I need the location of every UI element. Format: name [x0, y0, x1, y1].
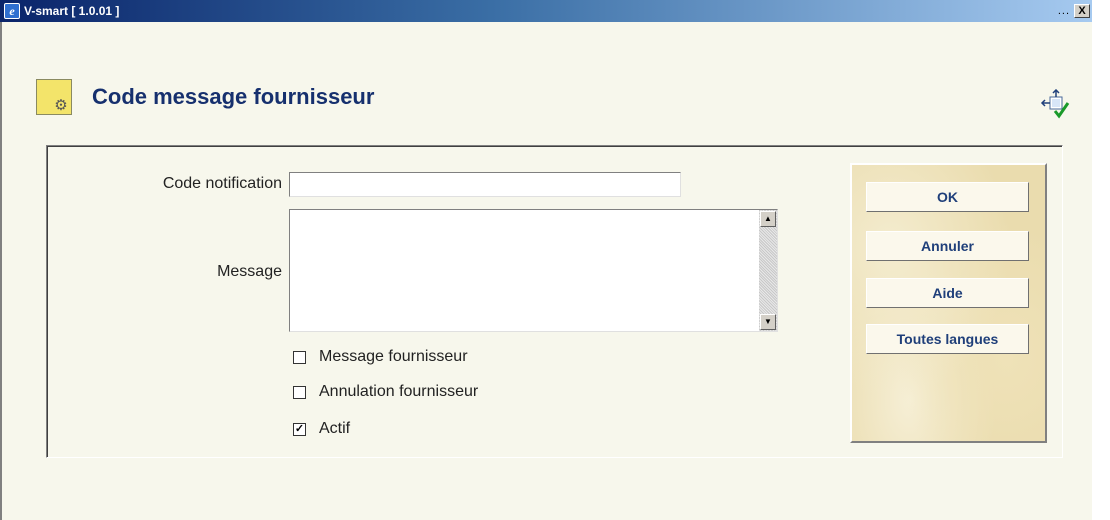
help-button[interactable]: Aide: [866, 278, 1029, 308]
close-button[interactable]: X: [1074, 4, 1090, 18]
sync-icon[interactable]: [1040, 89, 1070, 119]
actif-row[interactable]: ✓ Actif: [293, 420, 350, 438]
actif-label: Actif: [319, 420, 351, 437]
ok-button[interactable]: OK: [866, 182, 1029, 212]
settings-page-icon: ⚙: [36, 79, 72, 115]
scroll-up-icon[interactable]: ▲: [760, 211, 776, 227]
annulation-fournisseur-row[interactable]: Annulation fournisseur: [293, 383, 478, 401]
title-bar: e V-smart [ 1.0.01 ] ... X: [0, 0, 1092, 22]
message-fournisseur-label: Message fournisseur: [319, 348, 468, 365]
annulation-fournisseur-checkbox[interactable]: [293, 385, 306, 399]
all-languages-button[interactable]: Toutes langues: [866, 324, 1029, 354]
title-dots: ...: [1057, 5, 1070, 17]
message-fournisseur-row[interactable]: Message fournisseur: [293, 348, 468, 366]
window-title: V-smart [ 1.0.01 ]: [24, 4, 120, 18]
window-right-edge: [1092, 0, 1110, 520]
actif-checkbox[interactable]: ✓: [293, 422, 306, 436]
message-textarea[interactable]: ▲ ▼: [289, 209, 778, 332]
code-notification-input[interactable]: [289, 172, 681, 197]
window-left-border: [0, 22, 2, 520]
code-notification-label: Code notification: [162, 175, 282, 192]
cancel-button[interactable]: Annuler: [866, 231, 1029, 261]
message-fournisseur-checkbox[interactable]: [293, 350, 306, 364]
gear-icon: ⚙: [54, 97, 68, 114]
app-icon: e: [4, 3, 20, 19]
message-label: Message: [217, 263, 282, 280]
page-title: Code message fournisseur: [92, 84, 375, 109]
close-icon: X: [1078, 5, 1086, 17]
annulation-fournisseur-label: Annulation fournisseur: [319, 383, 479, 400]
message-scrollbar[interactable]: ▲ ▼: [759, 210, 777, 331]
scroll-down-icon[interactable]: ▼: [760, 314, 776, 330]
